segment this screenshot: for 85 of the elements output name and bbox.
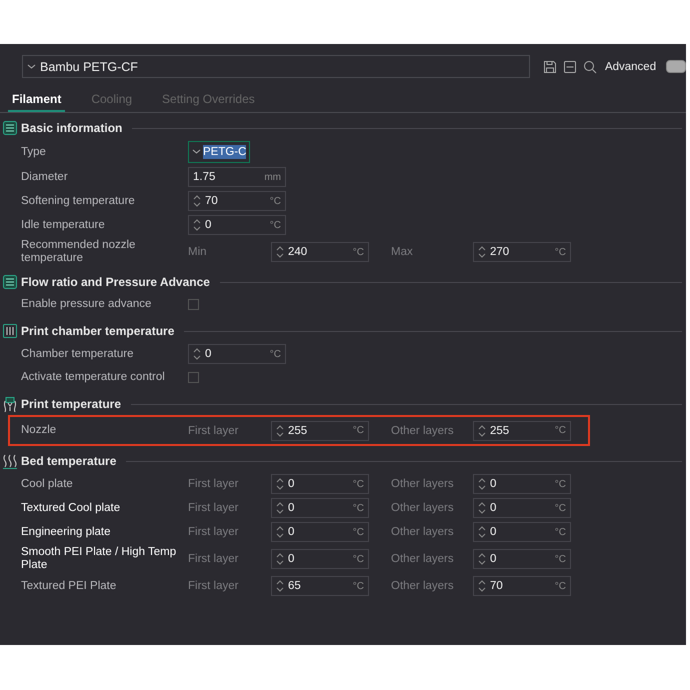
number-field[interactable]: 0 °C — [271, 549, 369, 569]
number-field[interactable]: 0 °C — [188, 215, 286, 235]
spinner-icon[interactable] — [478, 579, 486, 593]
spinner-icon[interactable] — [193, 218, 201, 232]
number-field[interactable]: 70 °C — [473, 576, 571, 596]
spinner-icon[interactable] — [276, 424, 284, 438]
number-field[interactable]: 270 °C — [473, 242, 571, 262]
setting-label: Nozzle — [21, 424, 58, 437]
section-title: Bed temperature — [21, 454, 116, 468]
setting-label: Idle temperature — [21, 218, 106, 232]
setting-label: Recommended nozzle temperature — [21, 239, 136, 265]
preset-dropdown[interactable]: Bambu PETG-CF — [22, 55, 530, 78]
setting-label: Textured PEI Plate — [21, 580, 118, 592]
setting-label: Chamber temperature — [21, 348, 134, 360]
spinner-icon[interactable] — [478, 525, 486, 539]
field-label: Min — [188, 246, 208, 258]
spinner-icon[interactable] — [276, 525, 284, 539]
number-field[interactable]: 0 °C — [473, 498, 571, 518]
field-label: Other layers — [391, 553, 455, 565]
type-dropdown[interactable]: PETG-C — [188, 141, 250, 163]
field-label: Max — [391, 246, 414, 258]
section-title: Flow ratio and Pressure Advance — [21, 275, 210, 289]
setting-label: Engineering plate — [21, 526, 112, 538]
advanced-toggle[interactable] — [666, 60, 686, 73]
list-icon — [3, 275, 17, 289]
number-field[interactable]: 240 °C — [271, 242, 369, 262]
number-field[interactable]: 255 °C — [473, 420, 571, 440]
checkbox[interactable] — [188, 372, 199, 383]
field-label: First layer — [188, 424, 240, 436]
setting-label: Softening temperature — [21, 194, 136, 208]
list-icon — [3, 121, 17, 135]
spinner-icon[interactable] — [193, 194, 201, 208]
spinner-icon[interactable] — [276, 477, 284, 491]
field-label: Other layers — [391, 424, 455, 436]
number-field[interactable]: 0 °C — [473, 474, 571, 494]
field-label: First layer — [188, 580, 240, 592]
number-field[interactable]: 0 °C — [473, 522, 571, 542]
section-title: Print temperature — [21, 397, 122, 411]
setting-label: Activate temperature control — [21, 371, 166, 384]
number-field[interactable]: 0 °C — [271, 474, 369, 494]
number-field[interactable]: 65 °C — [271, 576, 369, 596]
section-title: Basic information — [21, 121, 122, 135]
nozzle-icon — [3, 396, 17, 412]
spinner-icon[interactable] — [276, 579, 284, 593]
number-field[interactable]: 1.75 mm — [188, 167, 286, 187]
advanced-label: Advanced — [604, 60, 656, 72]
spinner-icon[interactable] — [276, 552, 284, 566]
number-field[interactable]: 0 °C — [271, 498, 369, 518]
field-label: Other layers — [391, 478, 455, 490]
setting-label: Type — [21, 146, 47, 158]
spinner-icon[interactable] — [276, 245, 284, 259]
setting-label: Enable pressure advance — [21, 298, 152, 311]
heat-icon — [3, 454, 17, 468]
field-label: First layer — [188, 502, 240, 514]
chamber-icon — [3, 324, 17, 338]
number-field[interactable]: 70 °C — [188, 191, 286, 211]
minus-square-icon[interactable] — [562, 60, 577, 74]
field-label: First layer — [188, 526, 240, 538]
save-icon[interactable] — [542, 60, 557, 74]
search-icon[interactable] — [582, 60, 597, 74]
field-label: First layer — [188, 553, 240, 565]
chevron-down-icon — [192, 149, 201, 155]
number-field[interactable]: 0 °C — [473, 549, 571, 569]
setting-label: Diameter — [21, 170, 69, 184]
number-field[interactable]: 0 °C — [188, 344, 286, 364]
field-label: Other layers — [391, 580, 455, 592]
spinner-icon[interactable] — [276, 501, 284, 515]
spinner-icon[interactable] — [478, 501, 486, 515]
tab[interactable]: Filament — [8, 89, 66, 112]
field-label: Other layers — [391, 526, 455, 538]
chevron-down-icon — [27, 64, 36, 70]
number-field[interactable]: 255 °C — [271, 420, 369, 440]
field-label: Other layers — [391, 502, 455, 514]
section-title: Print chamber temperature — [21, 324, 174, 338]
setting-label: Textured Cool plate — [21, 502, 122, 514]
checkbox[interactable] — [188, 299, 199, 310]
spinner-icon[interactable] — [478, 552, 486, 566]
number-field[interactable]: 0 °C — [271, 522, 369, 542]
setting-label: Cool plate — [21, 478, 74, 490]
spinner-icon[interactable] — [193, 347, 201, 361]
spinner-icon[interactable] — [478, 424, 486, 438]
spinner-icon[interactable] — [478, 245, 486, 259]
setting-label: Smooth PEI Plate / High Temp Plate — [21, 546, 178, 572]
spinner-icon[interactable] — [478, 477, 486, 491]
field-label: First layer — [188, 478, 240, 490]
